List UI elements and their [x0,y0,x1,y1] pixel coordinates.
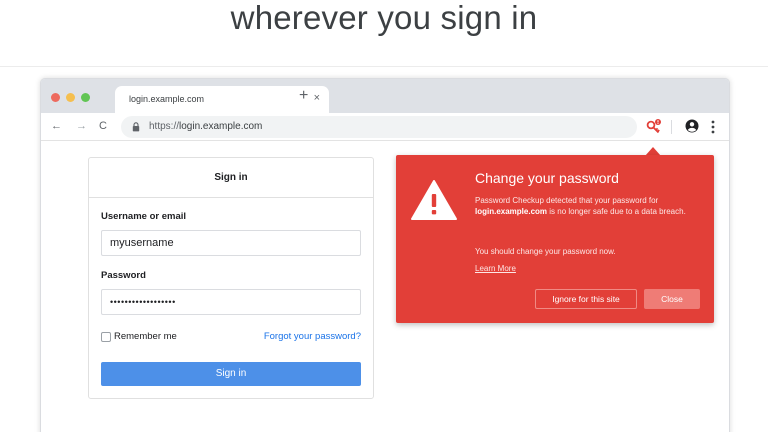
popup-message-suffix: is no longer safe due to a data breach. [547,207,686,216]
forgot-password-link[interactable]: Forgot your password? [264,331,361,342]
page: wherever you sign in login.example.com ×… [0,0,768,432]
window-close-dot[interactable] [51,93,60,102]
address-bar[interactable]: https://login.example.com [121,116,637,138]
browser-window: login.example.com × + ← → C https://logi… [40,78,730,432]
remember-me-label[interactable]: Remember me [114,331,177,342]
username-label: Username or email [101,211,187,222]
password-input[interactable]: •••••••••••••••••• [101,289,361,315]
popup-message-prefix: Password Checkup detected that your pass… [475,196,659,205]
close-button[interactable]: Close [644,289,700,309]
url-host: login.example.com [179,121,263,132]
password-alert-popup: Change your password Password Checkup de… [396,155,714,323]
password-label: Password [101,270,146,281]
sign-in-card: Sign in Username or email myusername Pas… [88,157,374,399]
popup-message: Password Checkup detected that your pass… [475,195,701,217]
learn-more-link[interactable]: Learn More [475,264,516,273]
account-icon[interactable] [685,119,699,133]
lock-icon [132,122,140,132]
divider [0,66,768,67]
browser-tab[interactable]: login.example.com × [115,86,329,113]
browser-toolbar: ← → C https://login.example.com [41,113,729,141]
window-minimize-dot[interactable] [66,93,75,102]
new-tab-button[interactable]: + [299,88,308,104]
popup-title: Change your password [475,170,619,186]
popup-advice: You should change your password now. [475,247,616,256]
sign-in-button[interactable]: Sign in [101,362,361,386]
tab-title: login.example.com [129,94,205,104]
warning-icon [411,180,457,220]
tab-close-icon[interactable]: × [314,92,320,104]
headline: wherever you sign in [230,0,538,36]
remember-me-checkbox[interactable] [101,332,111,342]
menu-icon[interactable] [710,118,716,136]
ignore-for-site-button[interactable]: Ignore for this site [535,289,637,309]
url-scheme: https:// [149,121,180,132]
url-text: https://login.example.com [149,121,262,132]
toolbar-separator [671,120,672,134]
reload-button[interactable]: C [99,119,107,133]
popup-message-site: login.example.com [475,207,548,216]
window-zoom-dot[interactable] [81,93,90,102]
username-input[interactable]: myusername [101,230,361,256]
key-alert-icon[interactable] [644,118,662,136]
forward-button[interactable]: → [76,119,87,133]
tab-strip: login.example.com × + [41,79,729,113]
back-button[interactable]: ← [51,119,62,133]
sign-in-title: Sign in [89,158,373,198]
